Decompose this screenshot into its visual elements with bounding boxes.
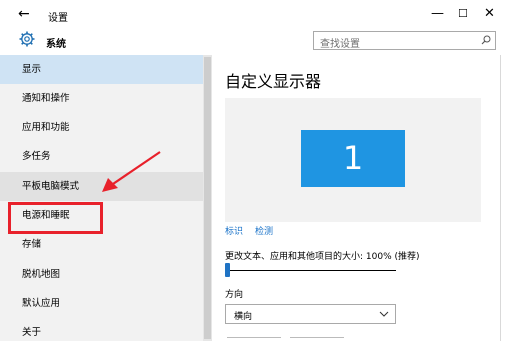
gear-icon	[19, 31, 35, 47]
detect-link[interactable]: 检测	[255, 224, 273, 237]
sidebar-item-about[interactable]: 关于	[0, 318, 203, 347]
cancel-button[interactable]	[290, 337, 344, 342]
search-placeholder: 查找设置	[320, 39, 360, 50]
sidebar-item-offline-maps[interactable]: 脱机地图	[0, 260, 203, 289]
sidebar-scrollbar[interactable]	[203, 55, 212, 341]
chevron-down-icon	[379, 311, 389, 317]
page-title: 自定义显示器	[225, 72, 322, 91]
sidebar-item-apps[interactable]: 应用和功能	[0, 113, 203, 142]
annotation-arrow-icon	[102, 151, 161, 192]
back-arrow-icon[interactable]: ←	[18, 6, 30, 22]
apply-button[interactable]	[227, 337, 281, 342]
orientation-dropdown[interactable]: 横向	[225, 304, 396, 324]
window-title: 设置	[48, 13, 68, 24]
sidebar-item-notifications[interactable]: 通知和操作	[0, 84, 203, 113]
search-input[interactable]: 查找设置	[313, 31, 496, 50]
scale-label: 更改文本、应用和其他项目的大小: 100% (推荐)	[225, 252, 420, 262]
orientation-value: 横向	[234, 312, 253, 322]
scale-slider-thumb[interactable]	[225, 263, 230, 277]
sidebar-item-default-apps[interactable]: 默认应用	[0, 289, 203, 318]
title-bar: ← 设置 — ☐ ✕	[0, 0, 509, 30]
search-icon[interactable]	[481, 35, 491, 45]
identify-link[interactable]: 标识	[225, 224, 243, 237]
minimize-button[interactable]: —	[431, 6, 444, 21]
scale-slider-track[interactable]	[227, 270, 396, 271]
sidebar: 显示 通知和操作 应用和功能 多任务 平板电脑模式 电源和睡眠 存储 脱机地图 …	[0, 55, 203, 341]
monitor-tile[interactable]: 1	[301, 130, 405, 187]
scrollbar-thumb[interactable]	[204, 57, 211, 339]
sidebar-item-storage[interactable]: 存储	[0, 230, 203, 259]
close-button[interactable]: ✕	[484, 6, 495, 21]
sidebar-item-display[interactable]: 显示	[0, 55, 203, 84]
display-preview: 1	[225, 98, 481, 222]
content-divider	[500, 55, 501, 341]
highlight-box	[8, 202, 103, 234]
maximize-button[interactable]: ☐	[458, 7, 468, 20]
orientation-label: 方向	[225, 290, 244, 300]
app-name: 系统	[46, 39, 66, 50]
